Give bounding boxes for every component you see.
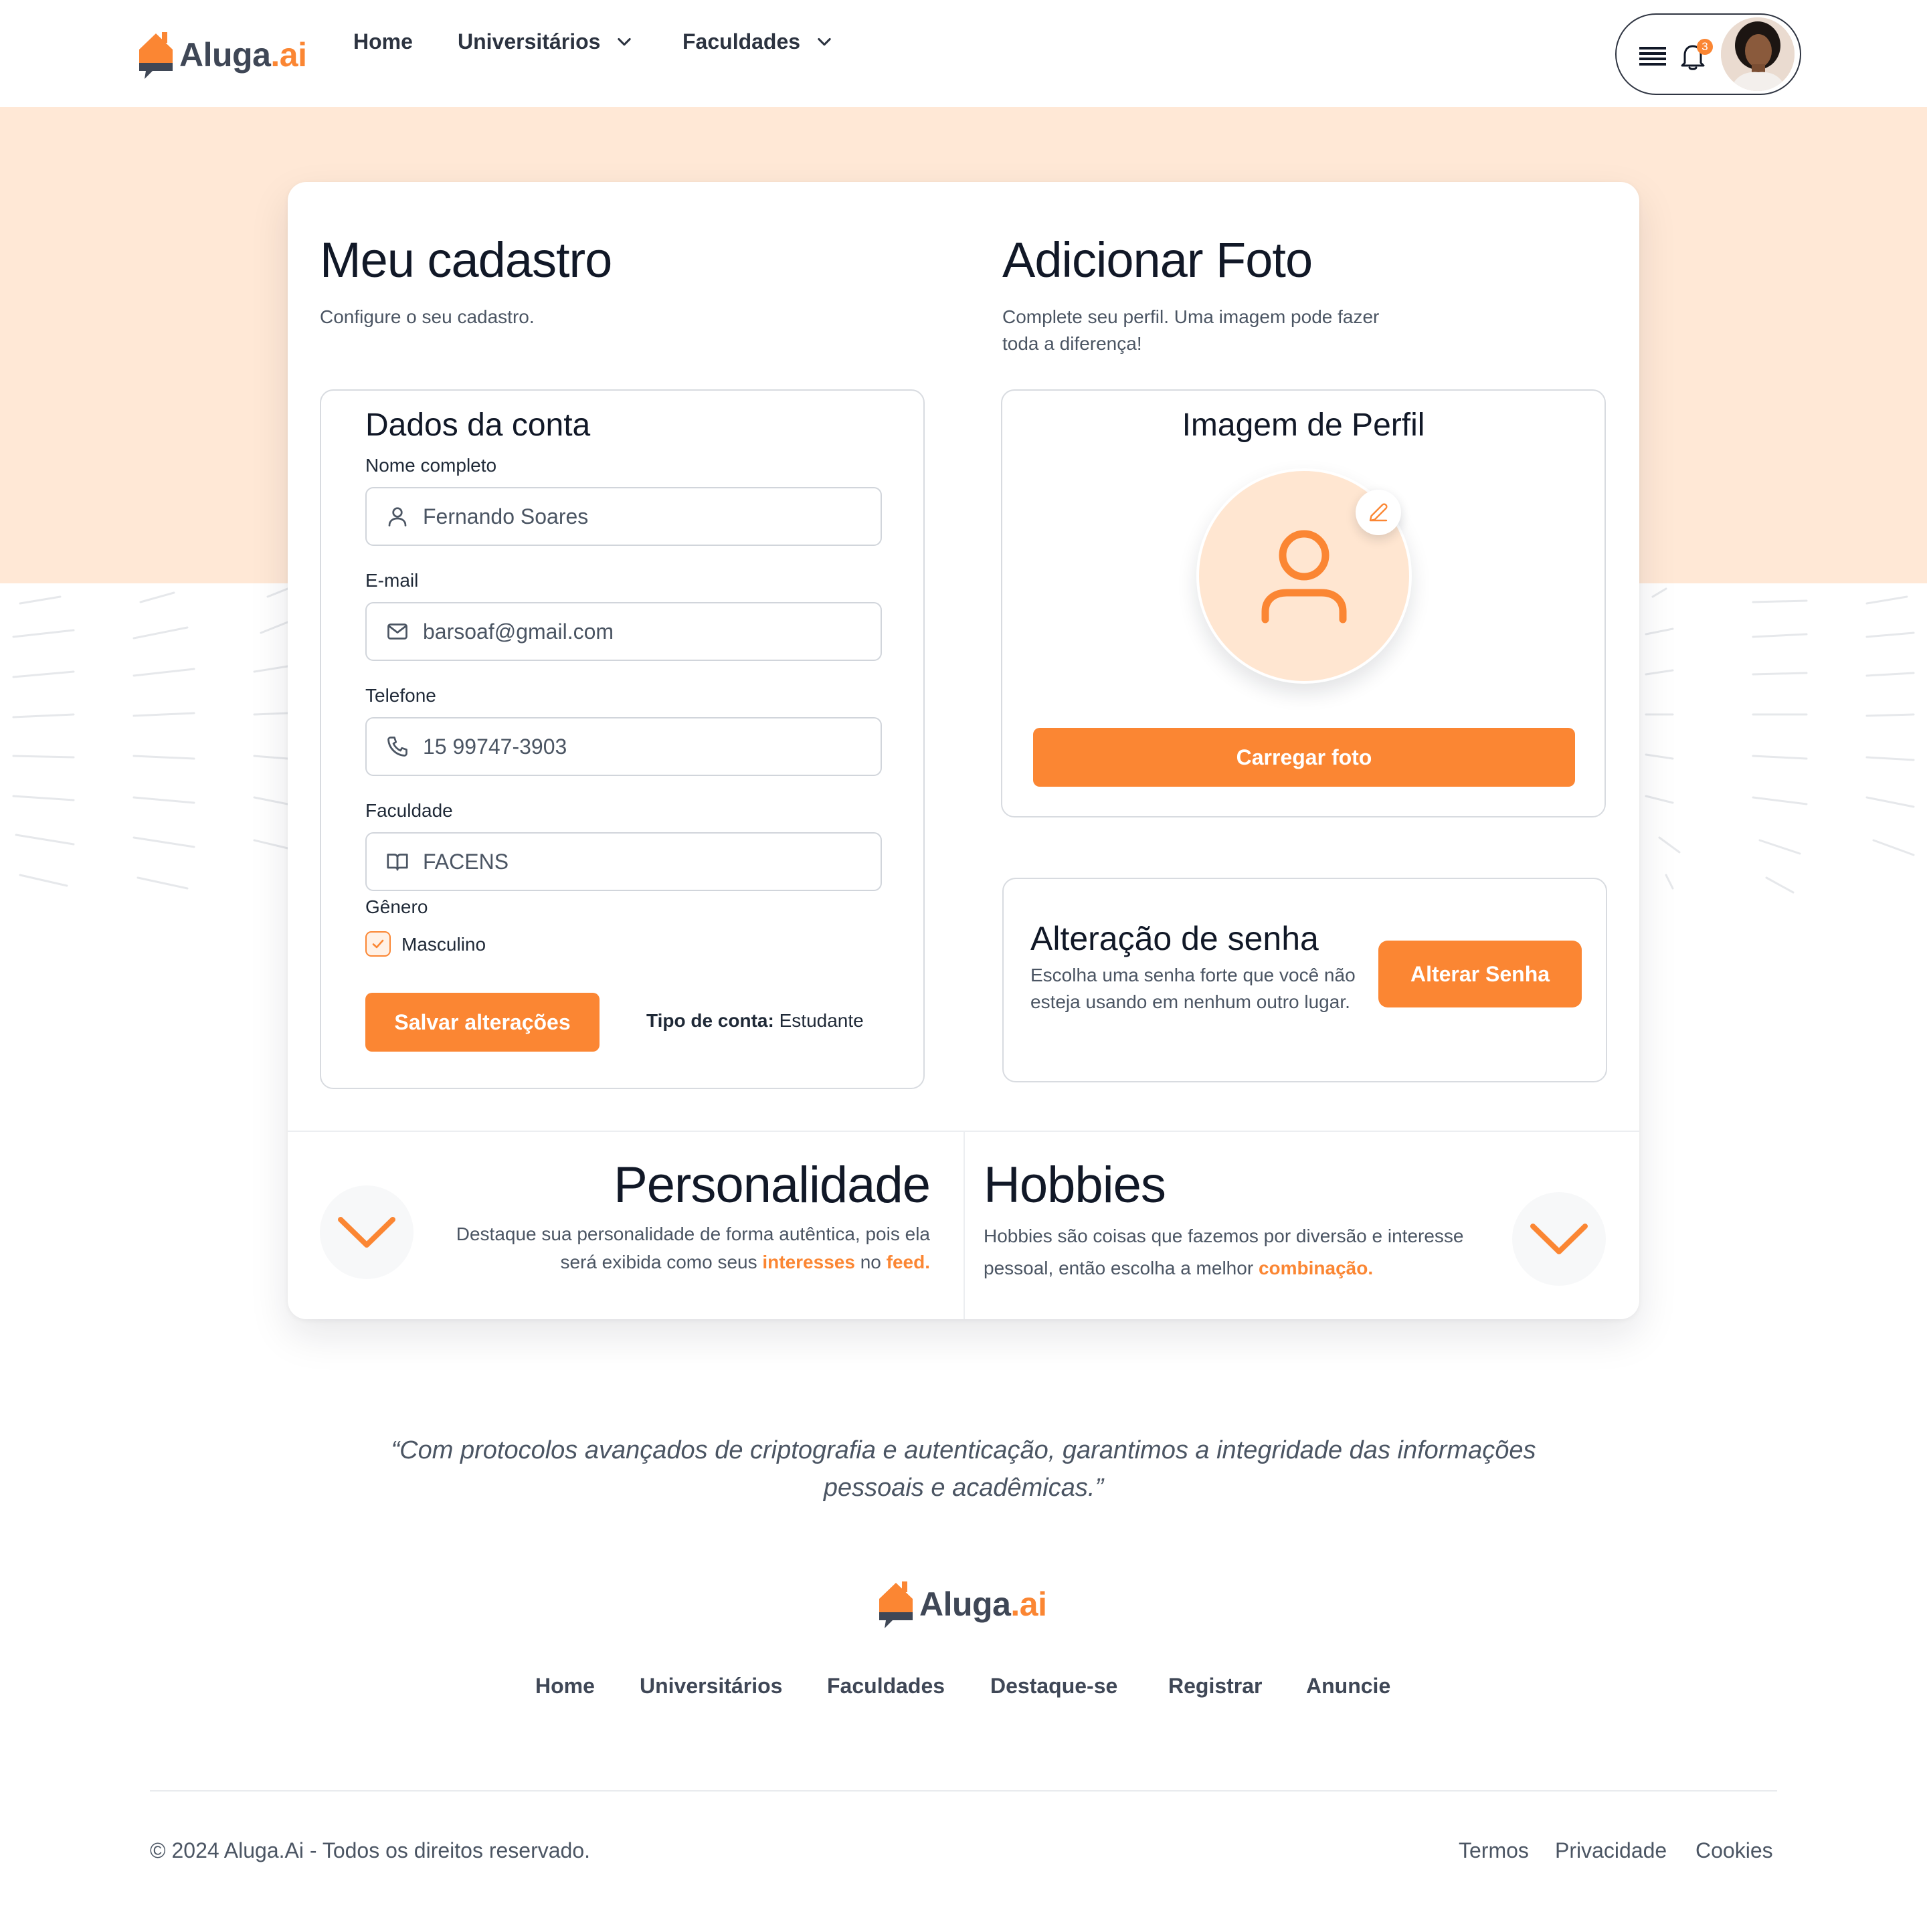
password-title: Alteração de senha: [1030, 920, 1319, 957]
footer-link-registrar[interactable]: Registrar: [1168, 1674, 1263, 1699]
avatar-photo: [1721, 17, 1795, 91]
logo-house-icon: [879, 1581, 913, 1628]
name-field[interactable]: Fernando Soares: [365, 487, 882, 546]
nav-faculdades[interactable]: Faculdades: [682, 29, 834, 54]
mail-icon: [387, 623, 407, 640]
chevron-down-icon: [338, 1217, 395, 1248]
edit-photo-button[interactable]: [1356, 490, 1401, 535]
footer-link-termos[interactable]: Termos: [1459, 1838, 1529, 1863]
gender-option-label: Masculino: [401, 934, 486, 955]
check-icon: [372, 939, 384, 949]
chevron-down-icon: [1530, 1224, 1588, 1254]
footer-logo[interactable]: Aluga.ai: [877, 1579, 1047, 1630]
phone-label: Telefone: [365, 685, 436, 706]
phone-icon: [387, 737, 407, 757]
personality-text: Destaque sua personalidade de forma autê…: [456, 1224, 930, 1272]
email-value: barsoaf@gmail.com: [423, 619, 614, 644]
college-field[interactable]: FACENS: [365, 832, 882, 891]
chevron-down-icon: [818, 37, 831, 46]
profile-image-title: Imagem de Perfil: [1182, 407, 1425, 443]
book-icon: [387, 854, 408, 871]
upload-photo-button[interactable]: Carregar foto: [1033, 728, 1575, 787]
page-title: Meu cadastro: [320, 232, 612, 288]
logo-suffix: .ai: [270, 36, 307, 74]
account-type: Tipo de conta: Estudante: [646, 1010, 864, 1032]
hobbies-text: Hobbies são coisas que fazemos por diver…: [984, 1226, 1464, 1278]
highlight-interesses: interesses: [762, 1252, 855, 1272]
profile-image-panel: Imagem de Perfil Carregar foto: [1001, 389, 1606, 817]
column-divider: [964, 1132, 965, 1319]
account-type-label: Tipo de conta:: [646, 1010, 774, 1031]
name-label: Nome completo: [365, 455, 497, 476]
nav-home-label: Home: [353, 29, 413, 54]
password-text: Escolha uma senha forte que você não est…: [1030, 965, 1356, 1012]
logo[interactable]: Aluga.ai: [136, 29, 307, 80]
photo-subtitle: Complete seu perfil. Uma imagem pode faz…: [1002, 306, 1380, 354]
copyright: © 2024 Aluga.Ai - Todos os direitos rese…: [150, 1838, 591, 1862]
profile-card: Meu cadastro Configure o seu cadastro. D…: [288, 182, 1639, 1319]
user-menu[interactable]: 3: [1615, 13, 1801, 95]
gender-checkbox[interactable]: [365, 931, 391, 957]
hobbies-title: Hobbies: [984, 1157, 1166, 1214]
footer-link-home[interactable]: Home: [535, 1674, 595, 1699]
save-changes-button[interactable]: Salvar alterações: [365, 993, 600, 1052]
chevron-down-icon: [618, 37, 632, 46]
page-subtitle: Configure o seu cadastro.: [320, 306, 535, 327]
name-value: Fernando Soares: [423, 504, 589, 528]
pencil-icon: [1369, 503, 1388, 522]
footer-logo-suffix: .ai: [1010, 1585, 1047, 1623]
logo-house-icon: [139, 32, 173, 79]
phone-field[interactable]: 15 99747-3903: [365, 717, 882, 776]
change-password-button[interactable]: Alterar Senha: [1378, 941, 1582, 1007]
nav-faculdades-label: Faculdades: [682, 29, 801, 54]
user-icon: [388, 507, 407, 526]
photo-title: Adicionar Foto: [1002, 232, 1313, 288]
highlight-feed: feed.: [886, 1252, 930, 1272]
footer-link-cookies[interactable]: Cookies: [1695, 1838, 1773, 1863]
account-type-value: Estudante: [779, 1010, 864, 1031]
nav-universitarios[interactable]: Universitários: [458, 29, 634, 54]
footer-link-universitarios[interactable]: Universitários: [640, 1674, 782, 1699]
avatar[interactable]: [1721, 17, 1795, 91]
college-label: Faculdade: [365, 800, 453, 821]
security-quote: “Com protocolos avançados de criptografi…: [391, 1436, 1536, 1502]
top-header: Aluga.ai Home Universitários Faculdades …: [0, 0, 1927, 107]
footer-link-anuncie[interactable]: Anuncie: [1306, 1674, 1390, 1699]
highlight-combinacao: combinação.: [1258, 1258, 1374, 1278]
hobbies-expand-button[interactable]: [1512, 1192, 1606, 1286]
account-panel-title: Dados da conta: [365, 407, 591, 443]
email-label: E-mail: [365, 570, 419, 591]
footer-link-privacidade[interactable]: Privacidade: [1555, 1838, 1667, 1863]
notification-badge: 3: [1697, 39, 1713, 55]
personality-title: Personalidade: [614, 1157, 931, 1214]
password-panel: Alteração de senha Escolha uma senha for…: [1002, 878, 1607, 1082]
gender-label: Gênero: [365, 896, 428, 917]
hamburger-menu-icon[interactable]: [1639, 45, 1666, 66]
college-value: FACENS: [423, 849, 509, 874]
footer-link-destaque[interactable]: Destaque-se: [990, 1674, 1117, 1699]
account-data-panel: Dados da conta Nome completo Fernando So…: [320, 389, 925, 1089]
nav-universitarios-label: Universitários: [458, 29, 601, 54]
logo-text: Aluga: [179, 36, 271, 74]
phone-value: 15 99747-3903: [423, 734, 567, 759]
footer-link-faculdades[interactable]: Faculdades: [827, 1674, 945, 1699]
email-field[interactable]: barsoaf@gmail.com: [365, 602, 882, 661]
footer-logo-text: Aluga: [919, 1585, 1011, 1623]
footer-divider: [150, 1790, 1777, 1792]
nav-home[interactable]: Home: [353, 29, 413, 54]
